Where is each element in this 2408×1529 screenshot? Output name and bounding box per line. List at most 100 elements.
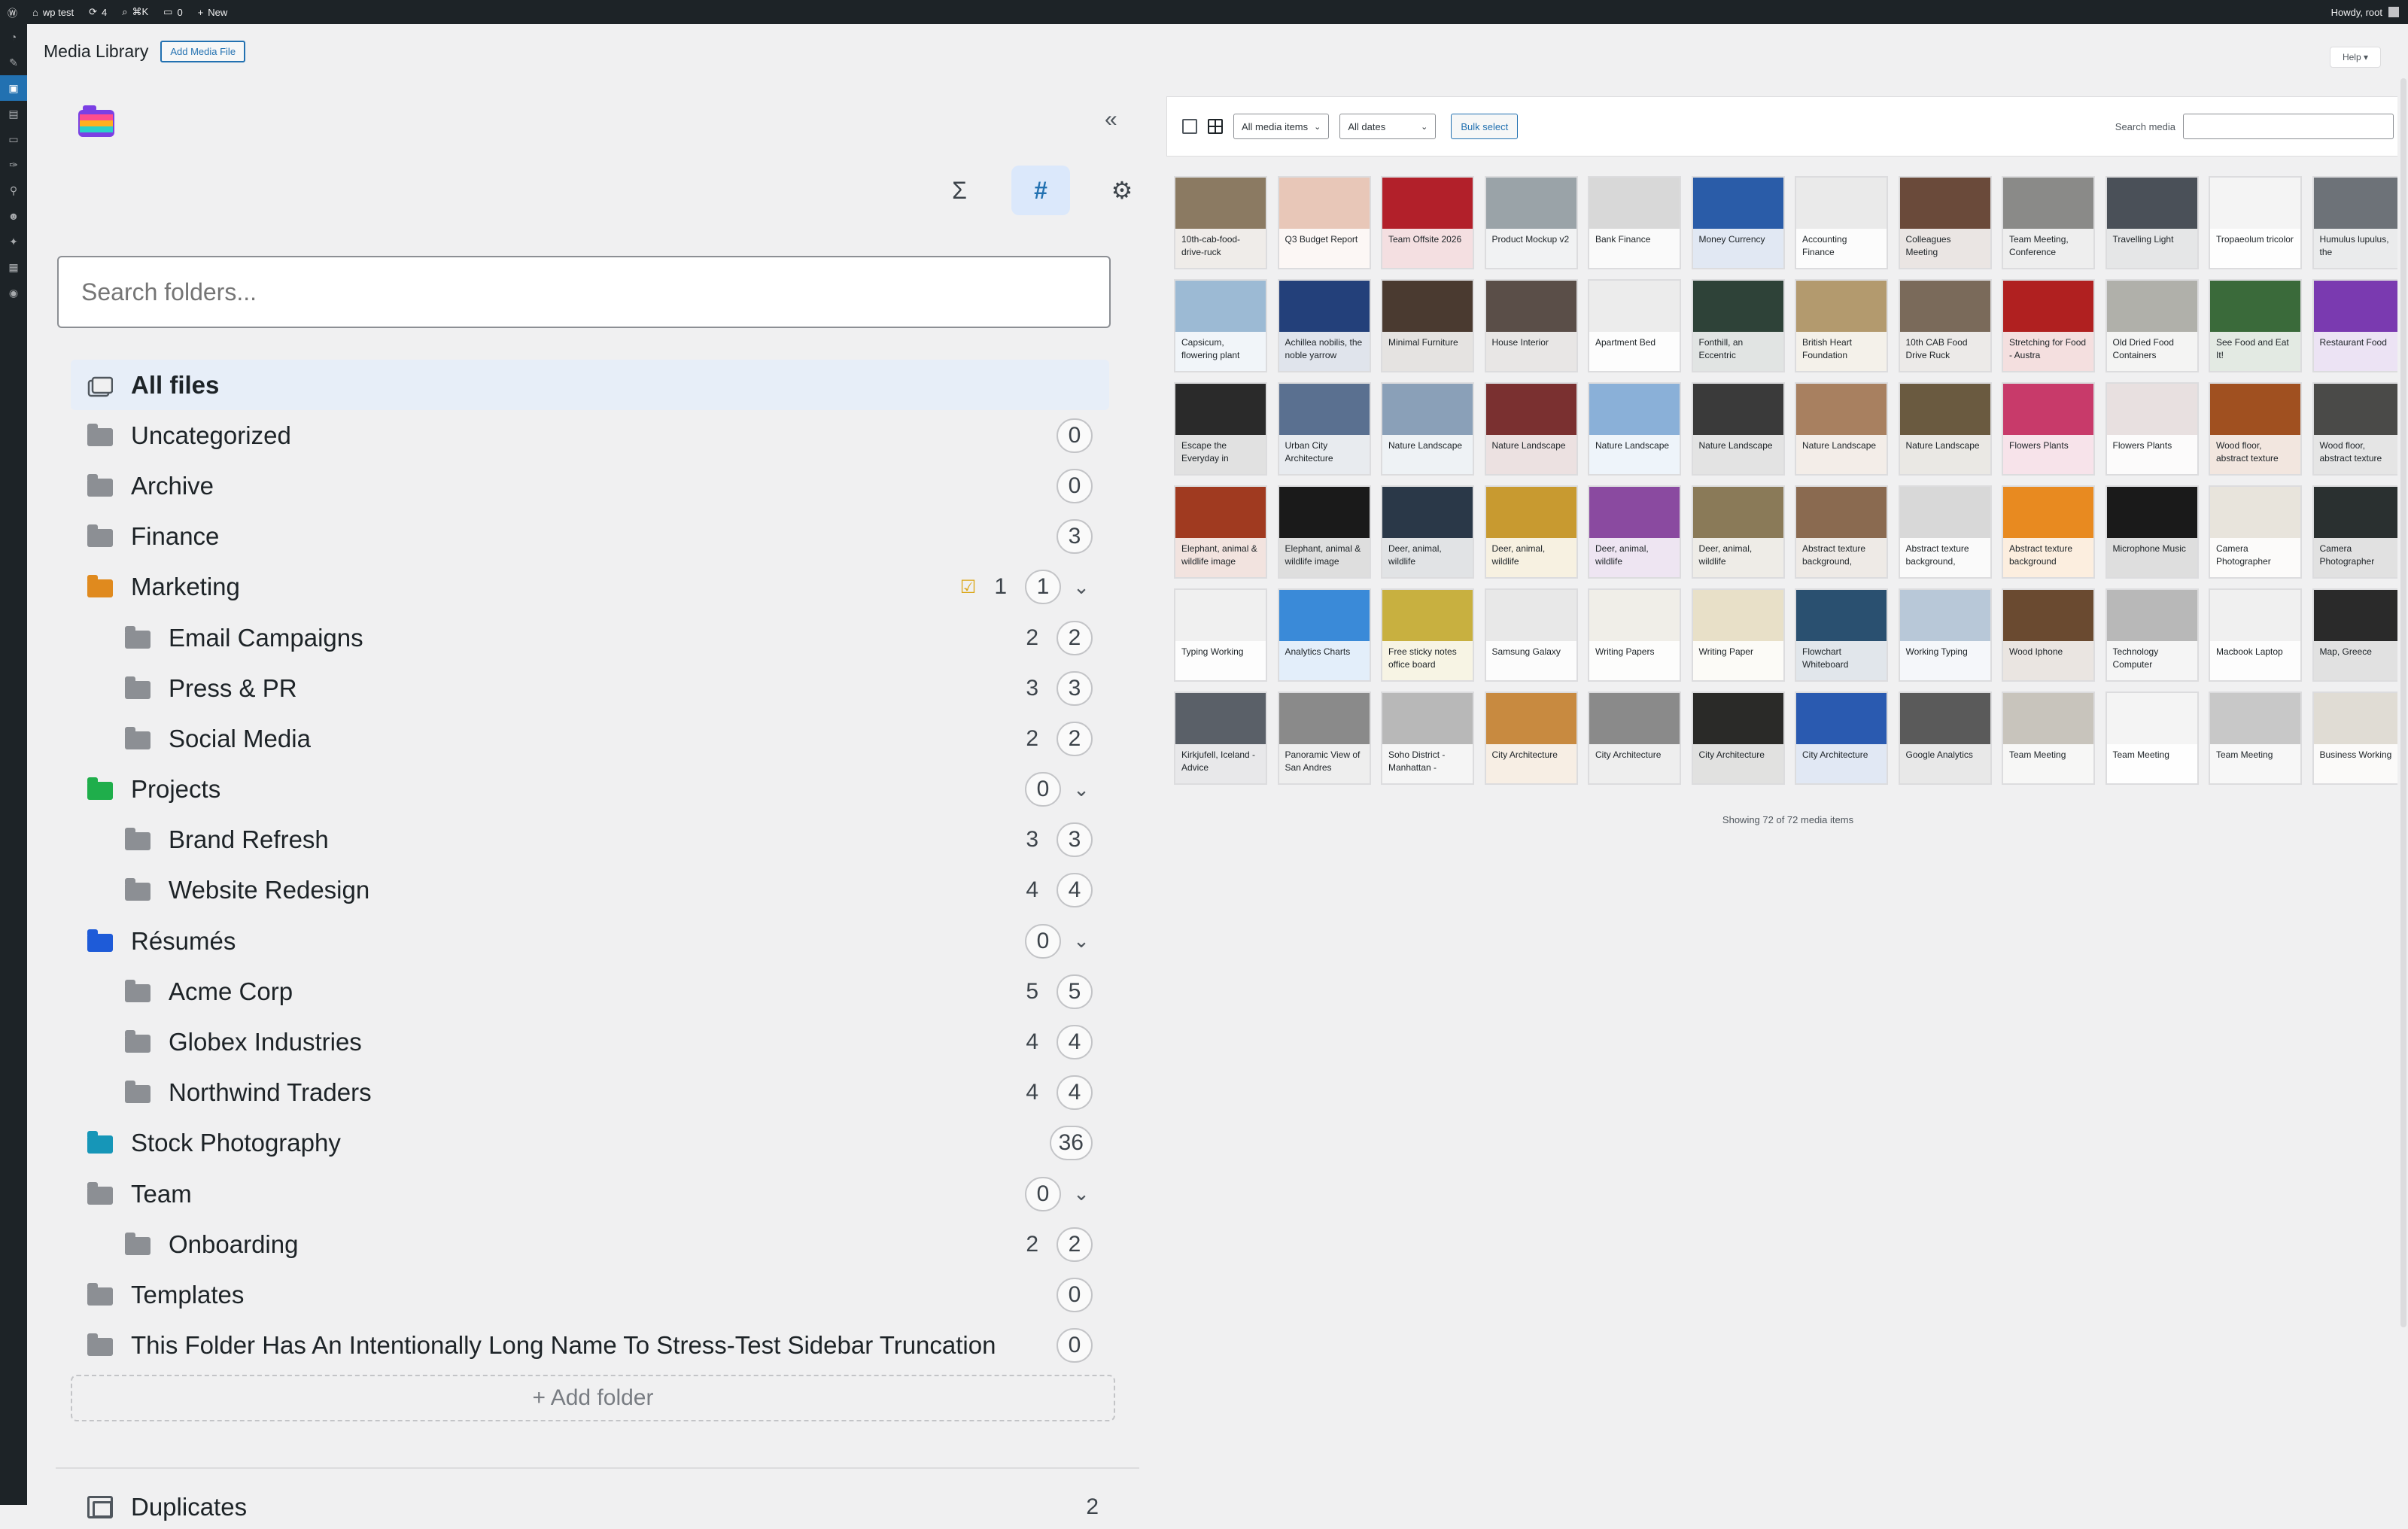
comments-link[interactable]: ▭ 0 <box>156 0 190 24</box>
folder-item[interactable]: All files <box>71 360 1109 411</box>
date-filter[interactable]: All dates ⌄ <box>1339 114 1437 139</box>
media-thumbnail[interactable]: City Architecture <box>1795 692 1888 785</box>
media-thumbnail[interactable]: Google Analytics <box>1898 692 1992 785</box>
media-thumbnail[interactable]: Business Working <box>2312 692 2406 785</box>
media-thumbnail[interactable]: Kirkjufell, Iceland - Advice <box>1174 692 1267 785</box>
media-thumbnail[interactable]: Abstract texture background <box>2002 485 2095 579</box>
media-thumbnail[interactable]: Restaurant Food <box>2312 279 2406 372</box>
media-thumbnail[interactable]: House Interior <box>1484 279 1578 372</box>
list-view-icon[interactable] <box>1182 119 1197 134</box>
media-thumbnail[interactable]: Deer, animal, wildlife <box>1484 485 1578 579</box>
media-thumbnail[interactable]: Team Meeting <box>2209 692 2302 785</box>
bulk-select-button[interactable]: Bulk select <box>1451 114 1519 139</box>
media-thumbnail[interactable]: Wood floor, abstract texture <box>2312 382 2406 476</box>
media-thumbnail[interactable]: Analytics Charts <box>1277 588 1371 682</box>
media-thumbnail[interactable]: Team Offsite 2026 <box>1381 176 1474 269</box>
media-type-filter[interactable]: All media items ⌄ <box>1233 114 1330 139</box>
page-scrollbar[interactable] <box>2397 48 2408 1529</box>
media-thumbnail[interactable]: Camera Photographer <box>2312 485 2406 579</box>
media-thumbnail[interactable]: Tropaeolum tricolor <box>2209 176 2302 269</box>
folder-item[interactable]: Globex Industries 4 4 <box>71 1017 1109 1067</box>
media-thumbnail[interactable]: Stretching for Food - Austra <box>2002 279 2095 372</box>
sum-toggle-icon[interactable]: Σ <box>930 166 989 215</box>
media-thumbnail[interactable]: 10th-cab-food-drive-ruck <box>1174 176 1267 269</box>
scrollbar-thumb[interactable] <box>2400 78 2406 1327</box>
media-thumbnail[interactable]: Bank Finance <box>1588 176 1681 269</box>
folder-item[interactable]: Acme Corp 5 5 <box>71 966 1109 1017</box>
media-thumbnail[interactable]: Working Typing <box>1898 588 1992 682</box>
media-thumbnail[interactable]: Nature Landscape <box>1381 382 1474 476</box>
media-thumbnail[interactable]: Nature Landscape <box>1484 382 1578 476</box>
count-toggle-icon[interactable]: # <box>1011 166 1070 215</box>
media-thumbnail[interactable]: See Food and Eat It! <box>2209 279 2302 372</box>
folder-item[interactable]: Press & PR 3 3 <box>71 663 1109 713</box>
chevron-down-icon[interactable]: ⌄ <box>1070 929 1093 953</box>
media-thumbnail[interactable]: Flowers Plants <box>2105 382 2199 476</box>
media-thumbnail[interactable]: Samsung Galaxy <box>1484 588 1578 682</box>
folder-item[interactable]: Résumés 0 ⌄ <box>71 916 1109 966</box>
folder-item[interactable]: Website Redesign 4 4 <box>71 865 1109 916</box>
folder-item[interactable]: Team 0 ⌄ <box>71 1169 1109 1219</box>
media-thumbnail[interactable]: Escape the Everyday in <box>1174 382 1267 476</box>
media-thumbnail[interactable]: Flowchart Whiteboard <box>1795 588 1888 682</box>
media-thumbnail[interactable]: Old Dried Food Containers <box>2105 279 2199 372</box>
chevron-down-icon[interactable]: ⌄ <box>1070 576 1093 599</box>
folder-item[interactable]: Email Campaigns 2 2 <box>71 613 1109 663</box>
folder-item[interactable]: Brand Refresh 3 3 <box>71 815 1109 865</box>
chevron-down-icon[interactable]: ⌄ <box>1070 1182 1093 1205</box>
command-search-link[interactable]: ⌕ ⌘K <box>114 0 156 24</box>
plugins-icon[interactable]: ⚲ <box>0 178 27 203</box>
media-thumbnail[interactable]: Colleagues Meeting <box>1898 176 1992 269</box>
my-account-link[interactable]: Howdy, root <box>2331 7 2408 18</box>
media-thumbnail[interactable]: Wood Iphone <box>2002 588 2095 682</box>
media-thumbnail[interactable]: Technology Computer <box>2105 588 2199 682</box>
help-tab-button[interactable]: Help ▾ <box>2329 47 2381 68</box>
media-thumbnail[interactable]: Free sticky notes office board <box>1381 588 1474 682</box>
media-thumbnail[interactable]: Flowers Plants <box>2002 382 2095 476</box>
users-icon[interactable]: ☻ <box>0 203 27 229</box>
media-search-input[interactable] <box>2183 114 2394 139</box>
media-icon[interactable]: ▣ <box>0 75 27 101</box>
media-thumbnail[interactable]: Soho District - Manhattan - <box>1381 692 1474 785</box>
collapse-icon[interactable]: ◉ <box>0 280 27 305</box>
settings-gear-icon[interactable]: ⚙ <box>1093 166 1151 215</box>
folder-item[interactable]: Social Media 2 2 <box>71 713 1109 764</box>
folder-item[interactable]: Finance 3 <box>71 512 1109 562</box>
chevron-down-icon[interactable]: ⌄ <box>1070 778 1093 801</box>
folder-item[interactable]: Templates 0 <box>71 1269 1109 1320</box>
wordpress-logo-icon[interactable]: Ⓦ <box>0 0 25 24</box>
media-thumbnail[interactable]: Team Meeting, Conference <box>2002 176 2095 269</box>
folder-item[interactable]: This Folder Has An Intentionally Long Na… <box>71 1321 1109 1371</box>
media-thumbnail[interactable]: Nature Landscape <box>1795 382 1888 476</box>
updates-link[interactable]: ⟳ 4 <box>81 0 114 24</box>
add-folder-button[interactable]: + Add folder <box>71 1375 1115 1421</box>
media-thumbnail[interactable]: Macbook Laptop <box>2209 588 2302 682</box>
media-thumbnail[interactable]: Nature Landscape <box>1898 382 1992 476</box>
media-thumbnail[interactable]: Money Currency <box>1691 176 1785 269</box>
media-thumbnail[interactable]: Typing Working <box>1174 588 1267 682</box>
media-thumbnail[interactable]: Elephant, animal & wildlife image <box>1174 485 1267 579</box>
media-thumbnail[interactable]: Deer, animal, wildlife <box>1691 485 1785 579</box>
media-thumbnail[interactable]: Q3 Budget Report <box>1277 176 1371 269</box>
posts-icon[interactable]: ✎ <box>0 50 27 75</box>
folder-item[interactable]: Uncategorized 0 <box>71 410 1109 461</box>
media-thumbnail[interactable]: Microphone Music <box>2105 485 2199 579</box>
media-thumbnail[interactable]: Achillea nobilis, the noble yarrow <box>1277 279 1371 372</box>
duplicates-item[interactable]: Duplicates 2 <box>71 1488 1124 1526</box>
media-thumbnail[interactable]: Accounting Finance <box>1795 176 1888 269</box>
media-thumbnail[interactable]: Abstract texture background, <box>1795 485 1888 579</box>
collapse-sidebar-icon[interactable]: « <box>1105 107 1117 132</box>
media-thumbnail[interactable]: Deer, animal, wildlife <box>1381 485 1474 579</box>
media-thumbnail[interactable]: Capsicum, flowering plant <box>1174 279 1267 372</box>
media-thumbnail[interactable]: 10th CAB Food Drive Ruck <box>1898 279 1992 372</box>
media-thumbnail[interactable]: Team Meeting <box>2002 692 2095 785</box>
media-thumbnail[interactable]: Team Meeting <box>2105 692 2199 785</box>
media-thumbnail[interactable]: Fonthill, an Eccentric <box>1691 279 1785 372</box>
folder-item[interactable]: Onboarding 2 2 <box>71 1219 1109 1269</box>
media-thumbnail[interactable]: Wood floor, abstract texture <box>2209 382 2302 476</box>
media-thumbnail[interactable]: Travelling Light <box>2105 176 2199 269</box>
dashboard-icon[interactable]: ◔ <box>0 24 27 50</box>
media-thumbnail[interactable]: City Architecture <box>1691 692 1785 785</box>
new-content-link[interactable]: + New <box>190 0 236 24</box>
media-thumbnail[interactable]: Elephant, animal & wildlife image <box>1277 485 1371 579</box>
